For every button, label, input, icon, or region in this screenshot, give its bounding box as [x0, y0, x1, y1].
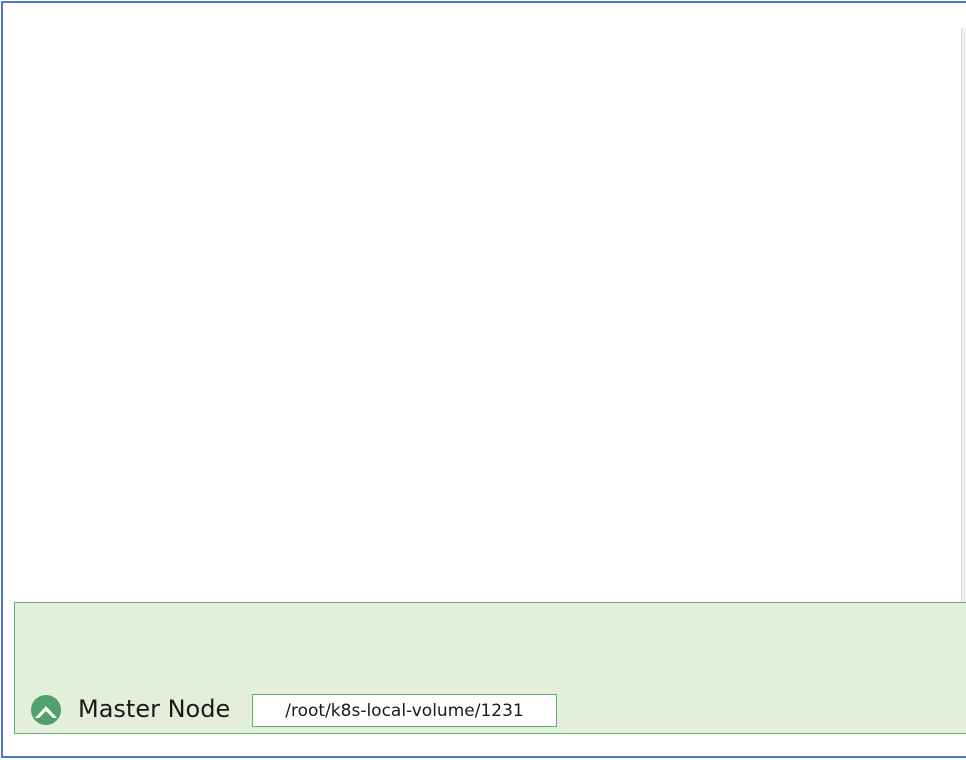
diagram-canvas: Master Node /root/k8s-local-volume/1231: [0, 0, 966, 760]
volume-path-text: /root/k8s-local-volume/1231: [285, 700, 524, 721]
right-edge-strip: [961, 28, 966, 628]
master-node-label: Master Node: [78, 695, 231, 723]
volume-path-box: /root/k8s-local-volume/1231: [252, 694, 557, 727]
rancher-logo-icon: [31, 695, 61, 725]
